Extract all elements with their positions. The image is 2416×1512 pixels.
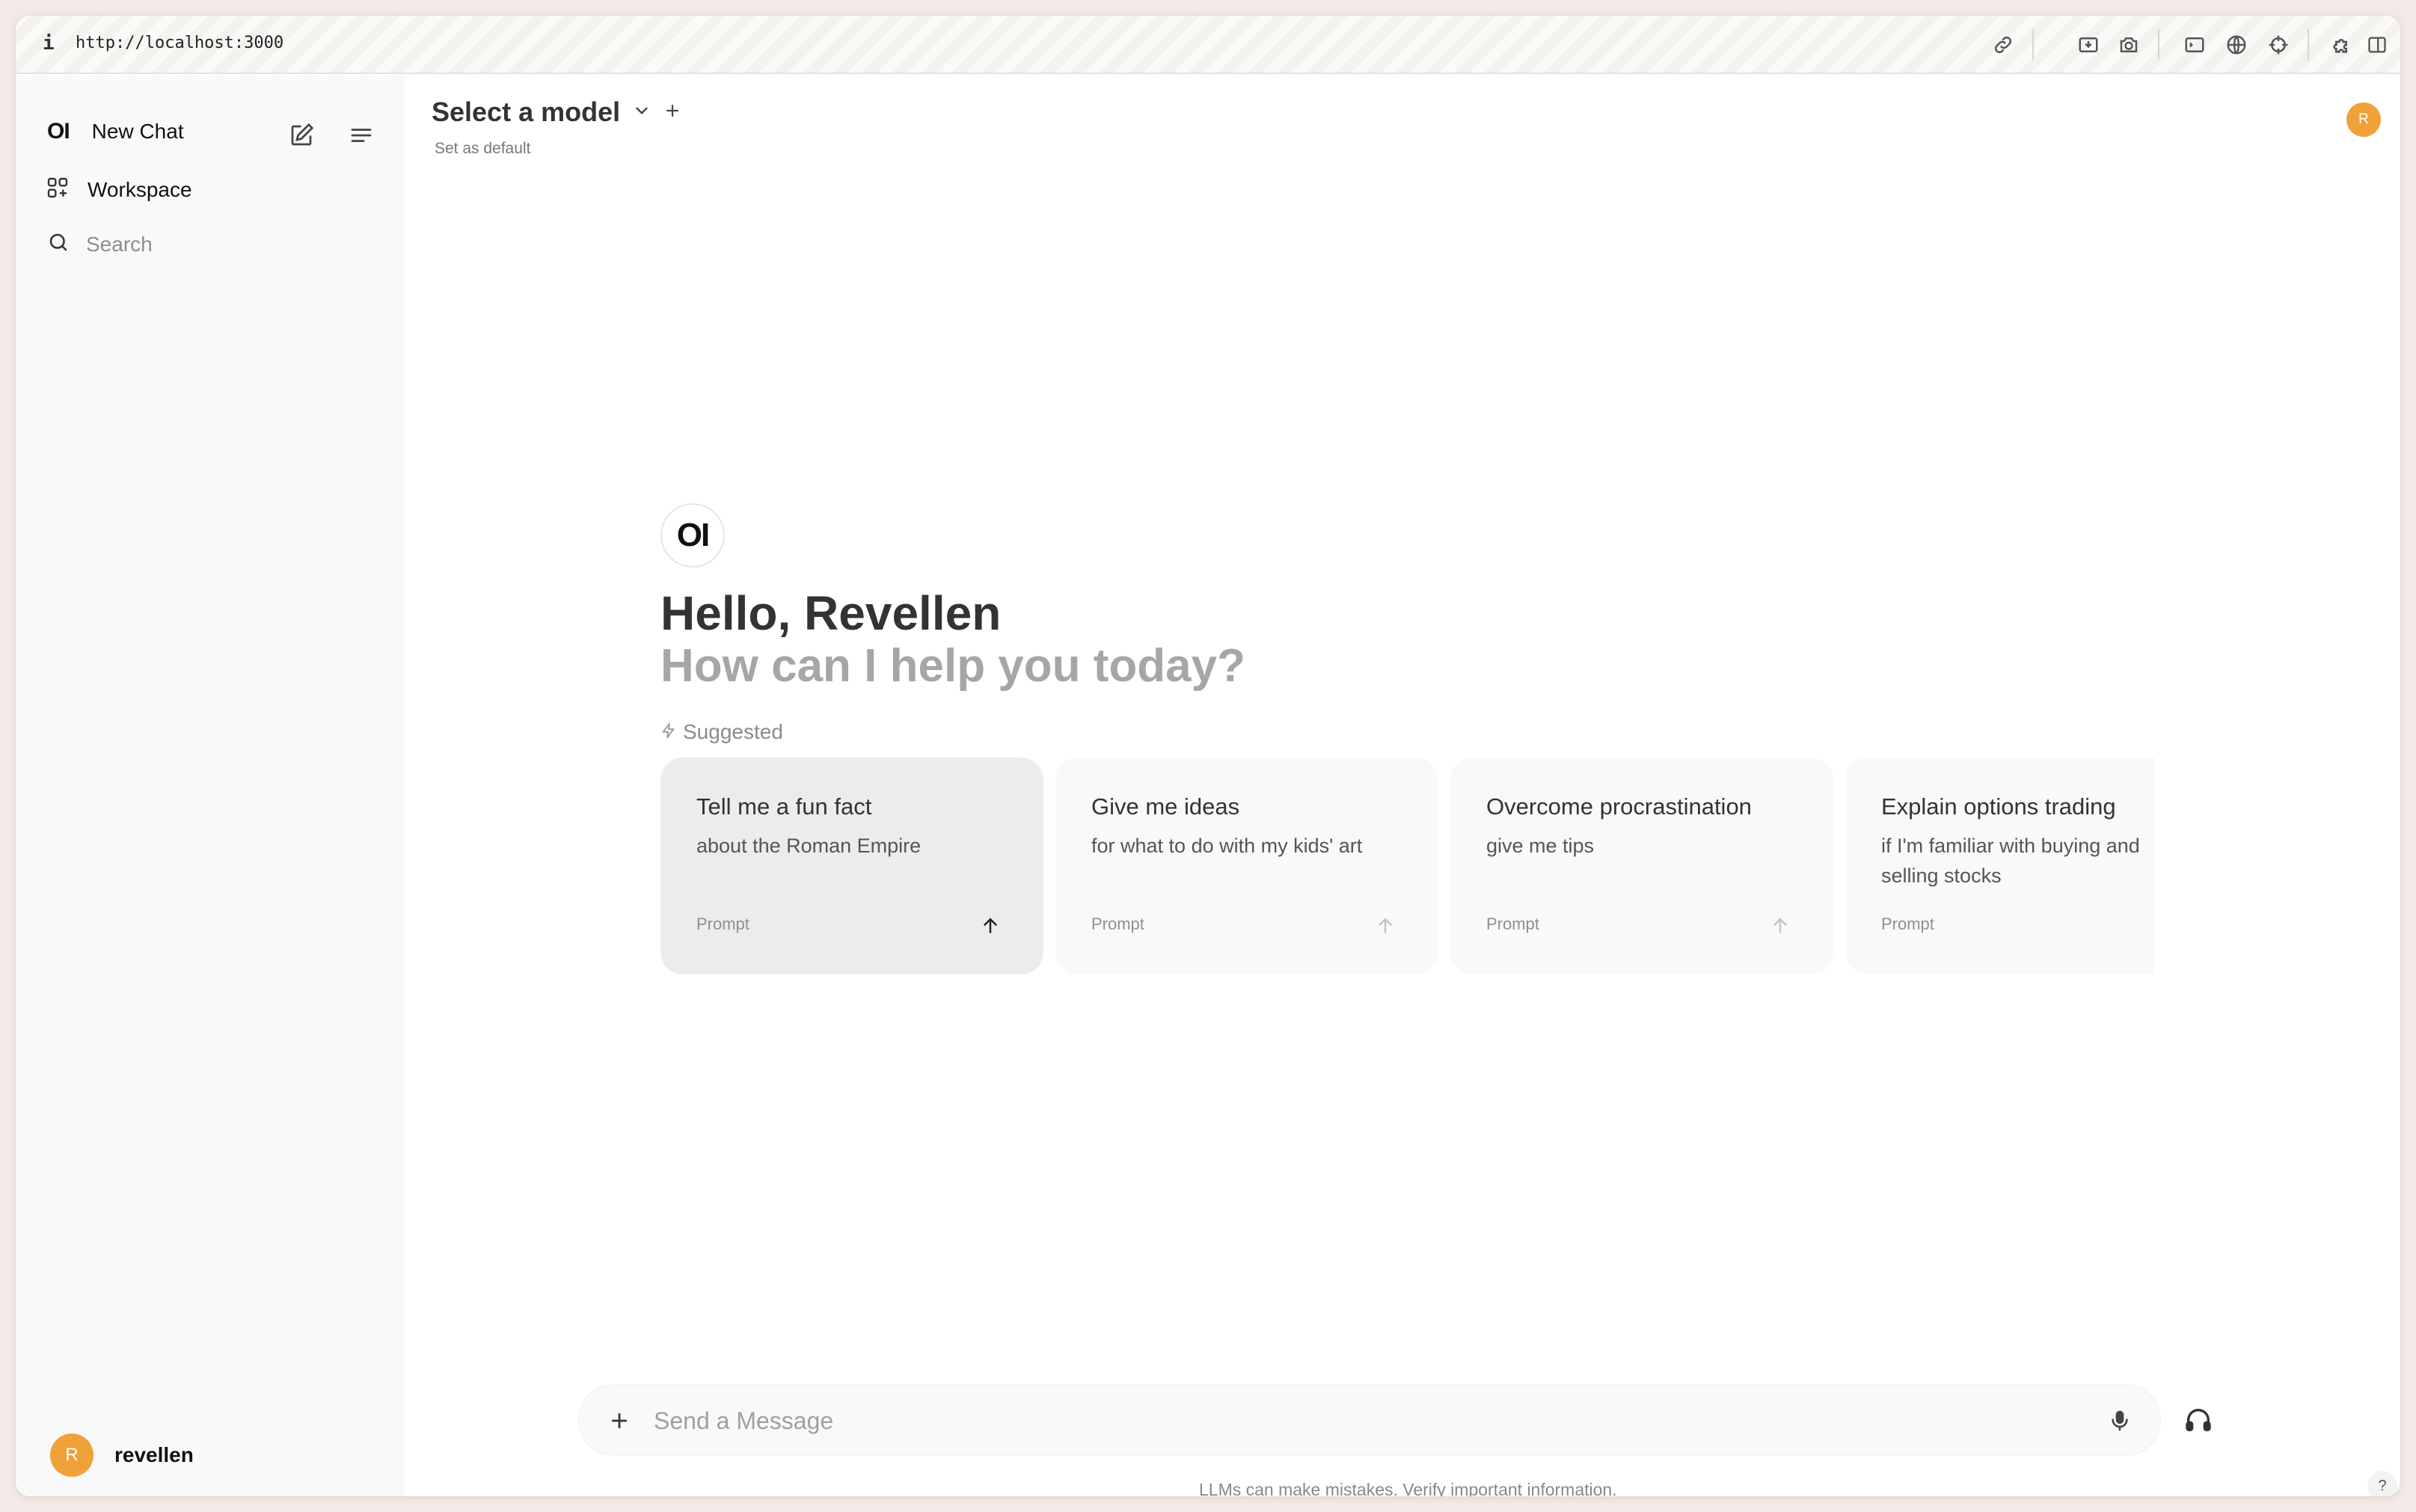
suggestion-card[interactable]: Explain options trading if I'm familiar … (1845, 757, 2155, 974)
lightning-icon (660, 720, 677, 744)
suggestion-subtitle: if I'm familiar with buying and selling … (1881, 835, 2140, 887)
download-box-icon[interactable] (2074, 31, 2103, 59)
username: revellen (114, 1443, 194, 1466)
suggestion-card[interactable]: Give me ideas for what to do with my kid… (1055, 757, 1438, 974)
suggestion-title: Overcome procrastination (1486, 793, 1752, 820)
sidebar-item-workspace[interactable]: Workspace (46, 176, 192, 203)
toolbar-divider (2308, 29, 2309, 61)
toolbar-divider (2158, 29, 2159, 61)
suggested-label: Suggested (660, 720, 783, 744)
suggestion-card[interactable]: Tell me a fun fact about the Roman Empir… (660, 757, 1043, 974)
puzzle-icon[interactable] (2330, 31, 2358, 59)
user-menu[interactable]: R revellen (50, 1433, 194, 1477)
suggestion-subtitle: about the Roman Empire (696, 835, 922, 857)
suggestion-tag: Prompt (1091, 915, 1144, 933)
model-logo: OI (660, 503, 725, 568)
set-default-link[interactable]: Set as default (435, 140, 530, 158)
sidebar: OI New Chat Workspace Search R revellen (16, 76, 405, 1496)
new-chat-icon[interactable] (283, 117, 319, 153)
terminal-icon[interactable] (2180, 31, 2209, 59)
chevron-down-icon[interactable] (632, 101, 651, 124)
info-icon[interactable]: i (43, 32, 55, 55)
sidebar-item-label: Workspace (88, 177, 192, 201)
suggestion-title: Tell me a fun fact (696, 793, 872, 820)
disclaimer-text: LLMs can make mistakes. Verify important… (1199, 1480, 1617, 1497)
suggestion-tag: Prompt (1881, 915, 1934, 933)
link-icon[interactable] (1989, 31, 2017, 59)
workspace-icon (46, 176, 70, 203)
suggestion-list: Tell me a fun fact about the Roman Empir… (660, 757, 2155, 974)
suggestion-card[interactable]: Overcome procrastination give me tips Pr… (1450, 757, 1833, 974)
arrow-up-icon[interactable] (1373, 913, 1398, 938)
suggestion-title: Explain options trading (1881, 793, 2116, 820)
message-composer (578, 1384, 2161, 1456)
address-bar[interactable]: http://localhost:3000 (76, 34, 283, 52)
suggestion-title: Give me ideas (1091, 793, 1240, 820)
microphone-icon[interactable] (2100, 1401, 2139, 1440)
suggestion-tag: Prompt (696, 915, 749, 933)
app-logo: OI (47, 119, 70, 144)
message-input[interactable] (654, 1400, 2000, 1442)
search-input[interactable]: Search (86, 233, 153, 256)
greeting: Hello, Revellen (660, 586, 1002, 640)
new-chat-label: New Chat (91, 120, 184, 143)
menu-icon[interactable] (343, 117, 379, 153)
headphones-icon[interactable] (2177, 1399, 2219, 1441)
suggested-text: Suggested (683, 720, 783, 743)
suggestion-subtitle: give me tips (1486, 835, 1595, 857)
crosshair-icon[interactable] (2264, 31, 2293, 59)
greeting-subtitle: How can I help you today? (660, 640, 1245, 692)
toolbar-divider (2032, 29, 2034, 61)
arrow-up-icon[interactable] (1767, 913, 1793, 938)
search-icon (47, 231, 70, 257)
model-select-label: Select a model (432, 96, 621, 127)
browser-window: i http://localhost:3000 OI New Chat Work… (15, 15, 2401, 1497)
arrow-up-icon[interactable] (978, 913, 1003, 938)
sidebar-search[interactable]: Search (47, 231, 153, 257)
avatar: R (50, 1433, 93, 1477)
help-button[interactable]: ? (2367, 1471, 2397, 1496)
suggestion-tag: Prompt (1486, 915, 1539, 933)
model-selector[interactable]: Select a model (432, 96, 681, 128)
globe-icon[interactable] (2222, 31, 2251, 59)
plus-icon[interactable] (601, 1403, 637, 1439)
new-chat-link[interactable]: OI New Chat (47, 119, 184, 144)
split-view-icon[interactable] (2363, 31, 2391, 59)
avatar[interactable]: R (2346, 102, 2381, 137)
suggestion-subtitle: for what to do with my kids' art (1091, 835, 1363, 857)
camera-icon[interactable] (2115, 31, 2143, 59)
browser-toolbar: i http://localhost:3000 (16, 16, 2400, 74)
add-model-icon[interactable] (663, 102, 681, 123)
